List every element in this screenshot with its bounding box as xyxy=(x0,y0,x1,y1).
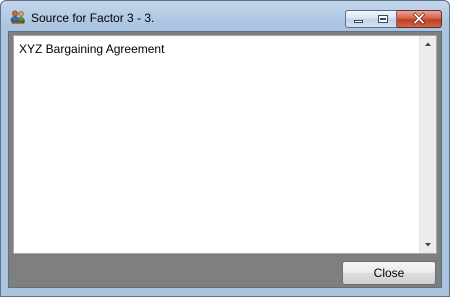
close-icon xyxy=(412,12,426,25)
minimize-icon xyxy=(354,20,363,23)
maximize-icon xyxy=(378,15,388,23)
close-button[interactable]: Close xyxy=(342,261,436,285)
source-text-area[interactable]: XYZ Bargaining Agreement xyxy=(13,35,437,254)
close-window-button[interactable] xyxy=(397,10,442,28)
people-group-icon xyxy=(10,10,25,24)
title-bar[interactable]: Source for Factor 3 - 3. xyxy=(1,1,449,31)
scroll-up-arrow-icon[interactable] xyxy=(420,36,436,52)
dialog-client-area: XYZ Bargaining Agreement Close xyxy=(8,31,442,288)
window-title: Source for Factor 3 - 3. xyxy=(31,11,155,25)
scroll-down-arrow-icon[interactable] xyxy=(420,237,436,253)
dialog-window: Source for Factor 3 - 3. XYZ Bargaining … xyxy=(0,0,450,297)
maximize-button[interactable] xyxy=(370,10,397,28)
vertical-scrollbar[interactable] xyxy=(419,36,436,253)
minimize-button[interactable] xyxy=(345,10,371,28)
source-text: XYZ Bargaining Agreement xyxy=(19,42,165,56)
